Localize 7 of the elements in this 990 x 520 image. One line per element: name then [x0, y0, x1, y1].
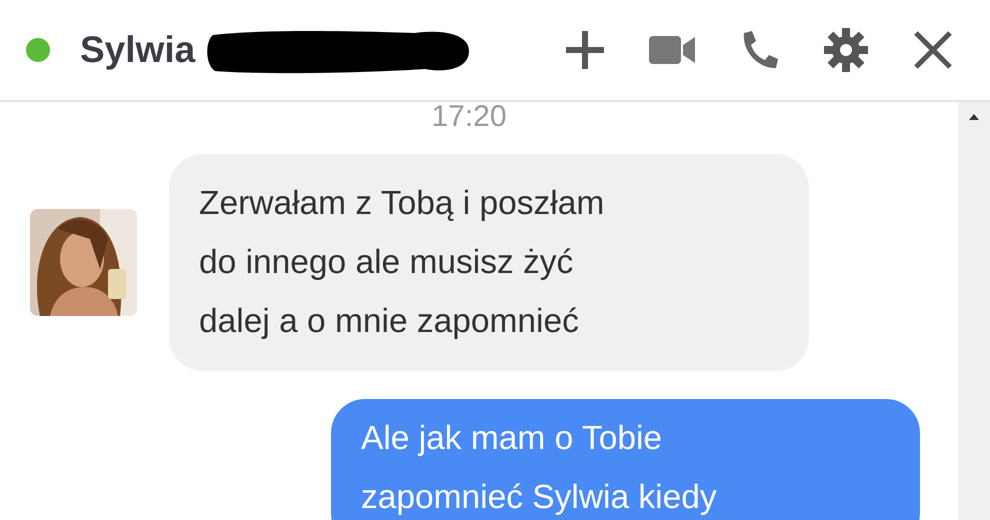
settings-icon — [821, 25, 871, 75]
timestamp: 17:20 — [431, 100, 507, 133]
scrollbar[interactable] — [958, 102, 990, 520]
contact-name: Sylwia — [80, 28, 196, 72]
outgoing-message: Ale jak mam o Tobie zapomnieć Sylwia kiedy — [331, 399, 920, 520]
scroll-up-icon[interactable] — [969, 114, 979, 120]
incoming-message: Zerwałam z Tobą i poszłam do innego ale musisz żyć dalej a o mnie zapomnieć — [169, 154, 809, 371]
